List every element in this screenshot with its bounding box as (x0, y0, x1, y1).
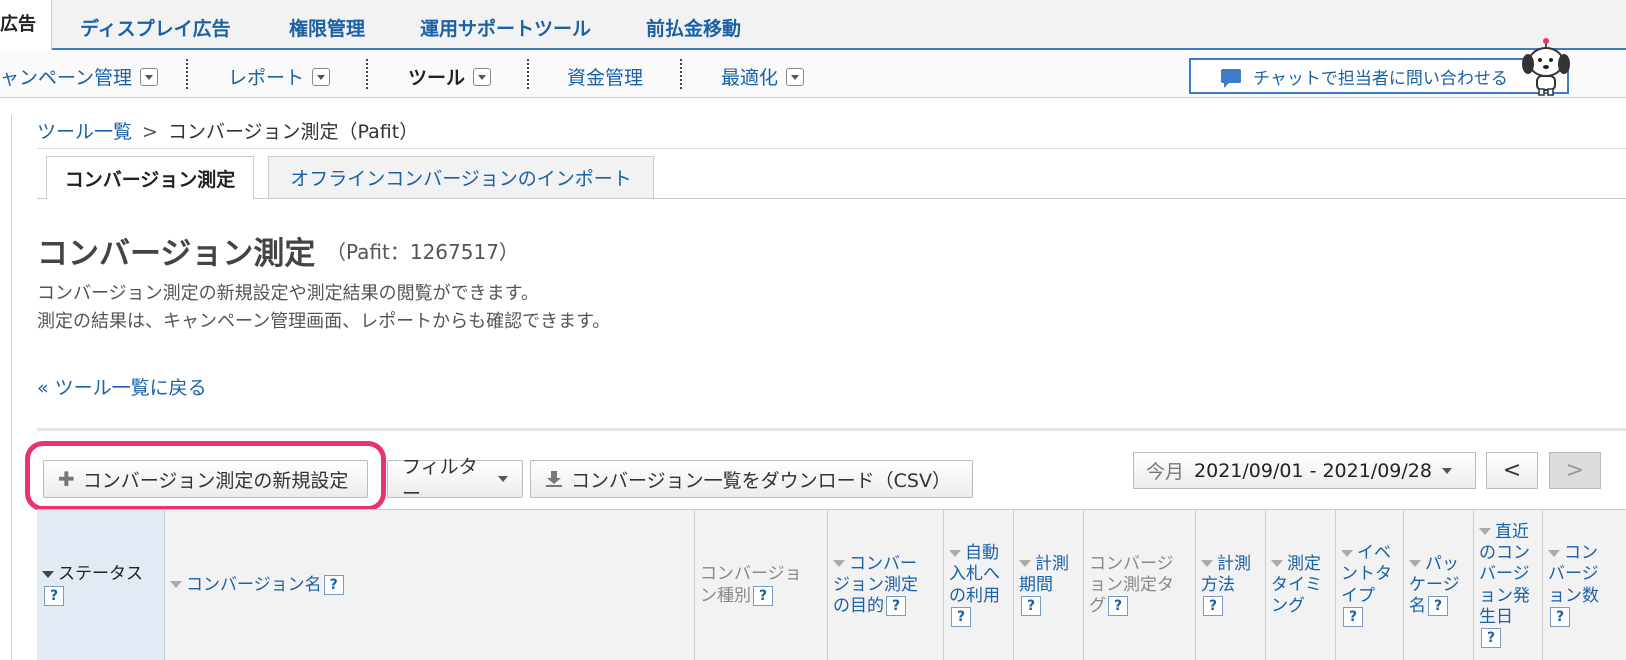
help-icon[interactable]: ? (1343, 606, 1363, 627)
plus-icon: ✚ (58, 467, 75, 491)
help-icon[interactable]: ? (1428, 596, 1448, 617)
tab-offline-import[interactable]: オフラインコンバージョンのインポート (268, 156, 654, 198)
sort-icon (170, 581, 182, 589)
tab-support-tools[interactable]: 運用サポートツール (420, 14, 591, 41)
help-icon[interactable]: ? (1108, 596, 1128, 617)
sort-icon (1019, 560, 1031, 568)
col-method[interactable]: 計測 方法 ? (1196, 510, 1266, 660)
chevron-down-icon (140, 67, 159, 86)
description: コンバージョン測定の新規設定や測定結果の閲覧ができます。 (37, 283, 539, 304)
sort-icon (42, 570, 54, 578)
col-conversion-name[interactable]: コンバージョン名? (165, 510, 695, 660)
chevron-down-icon (786, 67, 805, 86)
col-package[interactable]: パッ ケージ 名? (1404, 510, 1474, 660)
top-nav: 広告 ディスプレイ広告 権限管理 運用サポートツール 前払金移動 (0, 0, 1626, 50)
subnav-funds[interactable]: 資金管理 (567, 63, 643, 90)
next-period-button[interactable]: > (1549, 452, 1601, 489)
help-icon[interactable]: ? (1481, 628, 1501, 648)
left-panel-edge (0, 115, 12, 660)
help-icon[interactable]: ? (44, 585, 64, 606)
subnav-tools[interactable]: ツール (408, 63, 492, 90)
sub-nav: ャンペーン管理 レポート ツール 資金管理 最適化 チャットで担当者に問い合わせ… (0, 51, 1626, 98)
breadcrumb-current: コンバージョン測定（Pafit） (167, 121, 419, 143)
chat-bubble-icon (1221, 69, 1241, 88)
col-tag: コンバージ ョン測定タ グ? (1084, 510, 1196, 660)
help-icon[interactable]: ? (323, 574, 344, 595)
subnav-optimize[interactable]: 最適化 (721, 63, 805, 90)
page-subtitle: （Pafit：1267517） (326, 240, 519, 264)
divider (37, 198, 1626, 199)
new-conversion-button[interactable]: ✚ コンバージョン測定の新規設定 (43, 460, 368, 498)
chevron-down-icon (473, 67, 492, 86)
col-period[interactable]: 計測 期間 ? (1014, 510, 1084, 660)
chevron-down-icon (312, 67, 331, 86)
col-conversion-type: コンバージョ ン種別? (695, 510, 828, 660)
breadcrumb-tools[interactable]: ツール一覧 (37, 121, 132, 143)
col-timing[interactable]: 測定 タイミ ング (1266, 510, 1336, 660)
table-header: ステータス ? コンバージョン名? コンバージョ ン種別? コンバー ジョン測定… (37, 509, 1626, 660)
page-title: コンバージョン測定 (37, 236, 316, 272)
chevron-down-icon (498, 476, 508, 482)
divider (680, 59, 682, 89)
sort-icon (949, 549, 961, 557)
subnav-report[interactable]: レポート (228, 63, 331, 90)
col-conversion-count[interactable]: コン バージ ョン数 ? (1543, 510, 1626, 660)
sort-icon (1341, 549, 1353, 557)
date-range-select[interactable]: 今月 2021/09/01 - 2021/09/28 (1133, 452, 1476, 489)
download-csv-button[interactable]: コンバージョン一覧をダウンロード（CSV） (530, 460, 973, 498)
help-icon[interactable]: ? (951, 606, 971, 627)
tab-conversion[interactable]: コンバージョン測定 (46, 156, 254, 199)
prev-period-button[interactable]: < (1486, 452, 1538, 489)
divider (37, 428, 1626, 431)
help-icon[interactable]: ? (1550, 606, 1570, 627)
divider (37, 148, 1626, 149)
col-last-conversion[interactable]: 直近 のコン バージ ョン発 生日 ? (1474, 510, 1543, 660)
subnav-campaign[interactable]: ャンペーン管理 (0, 63, 159, 90)
tab-ads[interactable]: 広告 (0, 0, 52, 50)
help-icon[interactable]: ? (1203, 596, 1223, 617)
filter-button[interactable]: フィルター (387, 456, 523, 505)
help-icon[interactable]: ? (1021, 596, 1041, 617)
divider (186, 59, 188, 89)
sort-icon (1479, 528, 1491, 536)
col-status[interactable]: ステータス ? (37, 510, 165, 660)
tab-permissions[interactable]: 権限管理 (289, 14, 365, 41)
help-icon[interactable]: ? (753, 585, 773, 606)
sort-icon (1548, 549, 1560, 557)
download-icon (546, 471, 562, 487)
col-purpose[interactable]: コンバー ジョン測定 の目的? (828, 510, 944, 660)
tab-prepayment[interactable]: 前払金移動 (646, 14, 741, 41)
col-auto-bid[interactable]: 自動 入札へ の利用 ? (944, 510, 1014, 660)
chevron-down-icon (1441, 467, 1452, 474)
tab-display-ads[interactable]: ディスプレイ広告 (80, 14, 231, 41)
help-icon[interactable]: ? (886, 596, 906, 617)
col-event-type[interactable]: イベ ントタ イプ ? (1336, 510, 1404, 660)
sort-icon (1201, 560, 1213, 568)
back-to-tools-link[interactable]: « ツール一覧に戻る (37, 373, 207, 400)
divider (366, 59, 368, 89)
breadcrumb: ツール一覧 > コンバージョン測定（Pafit） (37, 121, 419, 143)
sort-icon (833, 560, 845, 568)
divider (527, 59, 529, 89)
chat-button[interactable]: チャットで担当者に問い合わせる (1189, 58, 1569, 94)
mascot-icon (1522, 38, 1570, 96)
sort-icon (1271, 560, 1283, 568)
sort-icon (1409, 560, 1421, 568)
description: 測定の結果は、キャンペーン管理画面、レポートからも確認できます。 (37, 311, 611, 332)
